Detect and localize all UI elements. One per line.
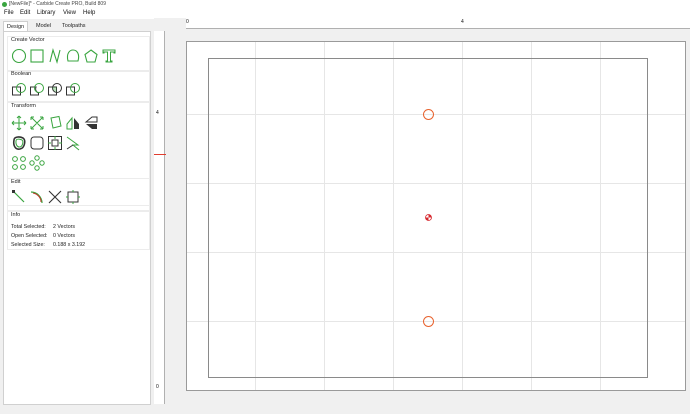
selected-circle-vector-top[interactable] <box>423 109 434 120</box>
tab-toolpaths[interactable]: Toolpaths <box>59 21 89 31</box>
combine-icon[interactable] <box>65 82 81 98</box>
trim-icon[interactable] <box>29 189 45 205</box>
info-total-selected-value: 2 Vectors <box>53 224 76 230</box>
menu-help[interactable]: Help <box>83 10 95 16</box>
ruler-label-x-4: 4 <box>461 19 464 25</box>
array-icon[interactable] <box>11 155 27 171</box>
offset-icon[interactable] <box>11 135 27 151</box>
selected-circle-vector-bottom[interactable] <box>423 316 434 327</box>
polygon-icon[interactable] <box>65 48 81 64</box>
rectangle-icon[interactable] <box>29 48 45 64</box>
menu-library[interactable]: Library <box>37 10 55 16</box>
transform-title: Transform <box>11 103 36 109</box>
ruler-label-x-0: 0 <box>186 19 189 25</box>
union-icon[interactable] <box>11 82 27 98</box>
rotate-icon[interactable] <box>47 115 63 131</box>
circle-icon[interactable] <box>11 48 27 64</box>
curve-icon[interactable] <box>47 48 63 64</box>
align-icon[interactable] <box>47 135 63 151</box>
app-icon <box>2 2 7 7</box>
text-icon[interactable] <box>101 48 117 64</box>
info-open-selected-label: Open Selected: <box>11 233 48 239</box>
pentagon-icon[interactable] <box>83 48 99 64</box>
mirror-vertical-icon[interactable] <box>83 115 99 131</box>
vertical-ruler: 4 0 <box>154 31 165 404</box>
info-selected-size-label: Selected Size: <box>11 242 45 248</box>
design-sidebar: Create Vector Boolean Transform Edit Inf… <box>3 31 151 405</box>
cut-icon[interactable] <box>47 189 63 205</box>
menu-view[interactable]: View <box>63 10 76 16</box>
ruler-position-indicator <box>154 154 166 155</box>
info-total-selected-label: Total Selected: <box>11 224 46 230</box>
design-canvas-area: 0 4 4 0 <box>154 18 690 414</box>
info-title: Info <box>11 212 21 218</box>
node-edit-icon[interactable] <box>11 189 27 205</box>
scale-icon[interactable] <box>29 115 45 131</box>
boolean-title: Boolean <box>11 71 32 77</box>
title-bar: [NewFile]* - Carbide Create PRO, Build 8… <box>0 0 690 9</box>
info-open-selected-value: 0 Vectors <box>53 233 76 239</box>
menu-file[interactable]: File <box>4 10 14 16</box>
selection-center-icon[interactable] <box>425 214 432 221</box>
ruler-label-y-0: 0 <box>156 384 159 390</box>
ruler-label-y-4: 4 <box>156 110 159 116</box>
tab-model[interactable]: Model <box>33 21 54 31</box>
join-icon[interactable] <box>65 135 81 151</box>
fillet-icon[interactable] <box>29 135 45 151</box>
edit-title: Edit <box>11 179 21 185</box>
mirror-horizontal-icon[interactable] <box>65 115 81 131</box>
workspace[interactable] <box>186 41 686 391</box>
move-icon[interactable] <box>11 115 27 131</box>
menu-edit[interactable]: Edit <box>20 10 30 16</box>
horizontal-ruler: 0 4 <box>186 18 690 29</box>
circular-array-icon[interactable] <box>29 155 45 171</box>
subtract-icon[interactable] <box>29 82 45 98</box>
window-title: [NewFile]* - Carbide Create PRO, Build 8… <box>9 1 106 7</box>
mode-tabs: Design Model Toolpaths <box>3 21 153 32</box>
intersect-icon[interactable] <box>47 82 63 98</box>
create-vector-title: Create Vector <box>11 37 45 43</box>
bounding-box-icon[interactable] <box>65 189 81 205</box>
info-selected-size-value: 0.188 x 3.192 <box>53 242 86 248</box>
